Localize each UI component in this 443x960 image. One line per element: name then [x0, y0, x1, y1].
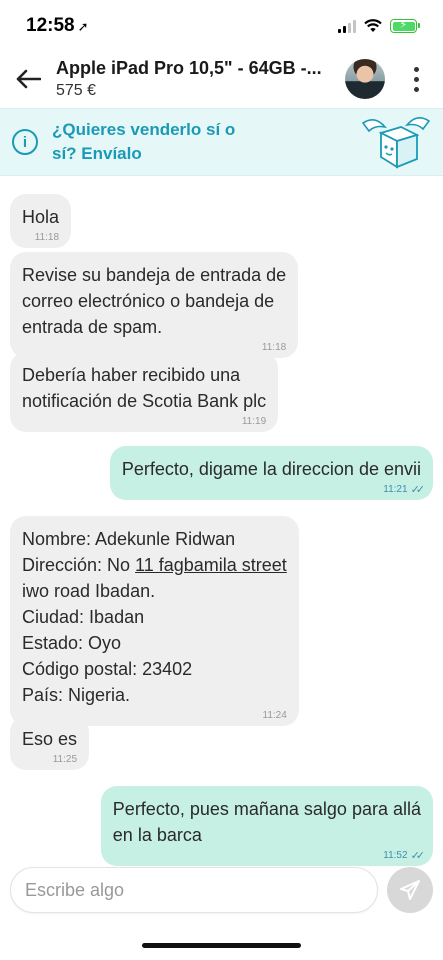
message-outgoing: Perfecto, digame la direccion de envii 1… — [109, 446, 433, 500]
message-incoming: Eso es 11:25 — [10, 716, 90, 770]
message-time: 11:21 ✓✓ — [383, 484, 426, 496]
message-text-line: correo electrónico o bandeja de — [22, 291, 275, 311]
message-text-line: País: Nigeria. — [22, 685, 131, 705]
location-icon: ➚ — [77, 19, 89, 34]
message-text: Perfecto, digame la direccion de envii — [121, 459, 421, 479]
message-time: 11:24 — [262, 710, 287, 721]
message-text-line: Debería haber recibido una — [22, 365, 241, 385]
message-time: 11:19 — [241, 416, 267, 427]
send-icon — [400, 880, 420, 900]
chat-header: Apple iPad Pro 10,5" - 64GB -... 575 € — [0, 52, 443, 106]
message-outgoing: Perfecto, pues mañana salgo para allá en… — [100, 786, 433, 866]
cellular-signal-icon — [338, 19, 356, 33]
home-indicator[interactable] — [142, 943, 301, 948]
message-incoming: Revise su bandeja de entrada de correo e… — [10, 252, 299, 358]
info-icon: i — [12, 129, 38, 155]
arrow-left-icon — [16, 69, 41, 89]
message-text-line: Estado: Oyo — [22, 633, 122, 653]
status-icons — [338, 18, 420, 33]
flying-box-icon — [361, 117, 431, 169]
message-text-line: Dirección: No 11 fagbamila street — [22, 555, 287, 575]
send-button[interactable] — [387, 867, 433, 913]
address-link[interactable]: 11 fagbamila street — [135, 555, 287, 575]
message-incoming: Nombre: Adekunle Ridwan Dirección: No 11… — [10, 516, 299, 726]
back-button[interactable] — [0, 52, 56, 106]
dot-icon — [413, 76, 419, 82]
message-incoming: Debería haber recibido una notificación … — [10, 352, 279, 432]
message-text-line: notificación de Scotia Bank plc — [22, 391, 267, 411]
message-text-line: Perfecto, pues mañana salgo para allá — [112, 799, 421, 819]
message-text-line: iwo road Ibadan. — [22, 581, 156, 601]
composer: Escribe algo — [0, 860, 443, 920]
avatar[interactable] — [345, 59, 385, 99]
message-time: 11:18 — [34, 232, 60, 243]
message-time: 11:25 — [52, 754, 78, 765]
message-incoming: Hola 11:18 — [10, 194, 72, 248]
message-text-line: Revise su bandeja de entrada de — [22, 265, 287, 285]
message-text-line: en la barca — [112, 825, 202, 845]
dot-icon — [413, 86, 419, 92]
message-input[interactable]: Escribe algo — [10, 867, 378, 913]
wifi-icon — [364, 19, 382, 32]
message-text-line: entrada de spam. — [22, 317, 163, 337]
banner-text: ¿Quieres venderlo sí o sí? Envíalo — [52, 118, 292, 166]
banner-line-1: ¿Quieres venderlo sí o — [52, 120, 236, 139]
battery-charging-icon — [390, 18, 420, 33]
ship-promo-banner[interactable]: i ¿Quieres venderlo sí o sí? Envíalo — [0, 108, 443, 176]
message-text-line: Nombre: Adekunle Ridwan — [22, 529, 236, 549]
message-text-line: Ciudad: Ibadan — [22, 607, 145, 627]
status-bar: 12:58 ➚ — [0, 0, 443, 52]
more-options-button[interactable] — [403, 66, 429, 92]
item-price: 575 € — [56, 82, 97, 99]
message-text-line: Código postal: 23402 — [22, 659, 193, 679]
banner-line-2: sí? Envíalo — [52, 144, 142, 163]
item-summary[interactable]: Apple iPad Pro 10,5" - 64GB -... 575 € — [56, 58, 345, 100]
item-title: Apple iPad Pro 10,5" - 64GB -... — [56, 58, 322, 78]
read-receipt-icon: ✓✓ — [410, 484, 426, 496]
input-placeholder: Escribe algo — [25, 879, 125, 900]
message-text: Eso es — [22, 729, 78, 749]
status-time: 12:58 ➚ — [26, 15, 89, 37]
message-text: Hola — [22, 207, 60, 227]
dot-icon — [413, 66, 419, 72]
chat-messages[interactable]: Hola 11:18 Revise su bandeja de entrada … — [0, 178, 443, 866]
clock-text: 12:58 — [26, 15, 75, 36]
